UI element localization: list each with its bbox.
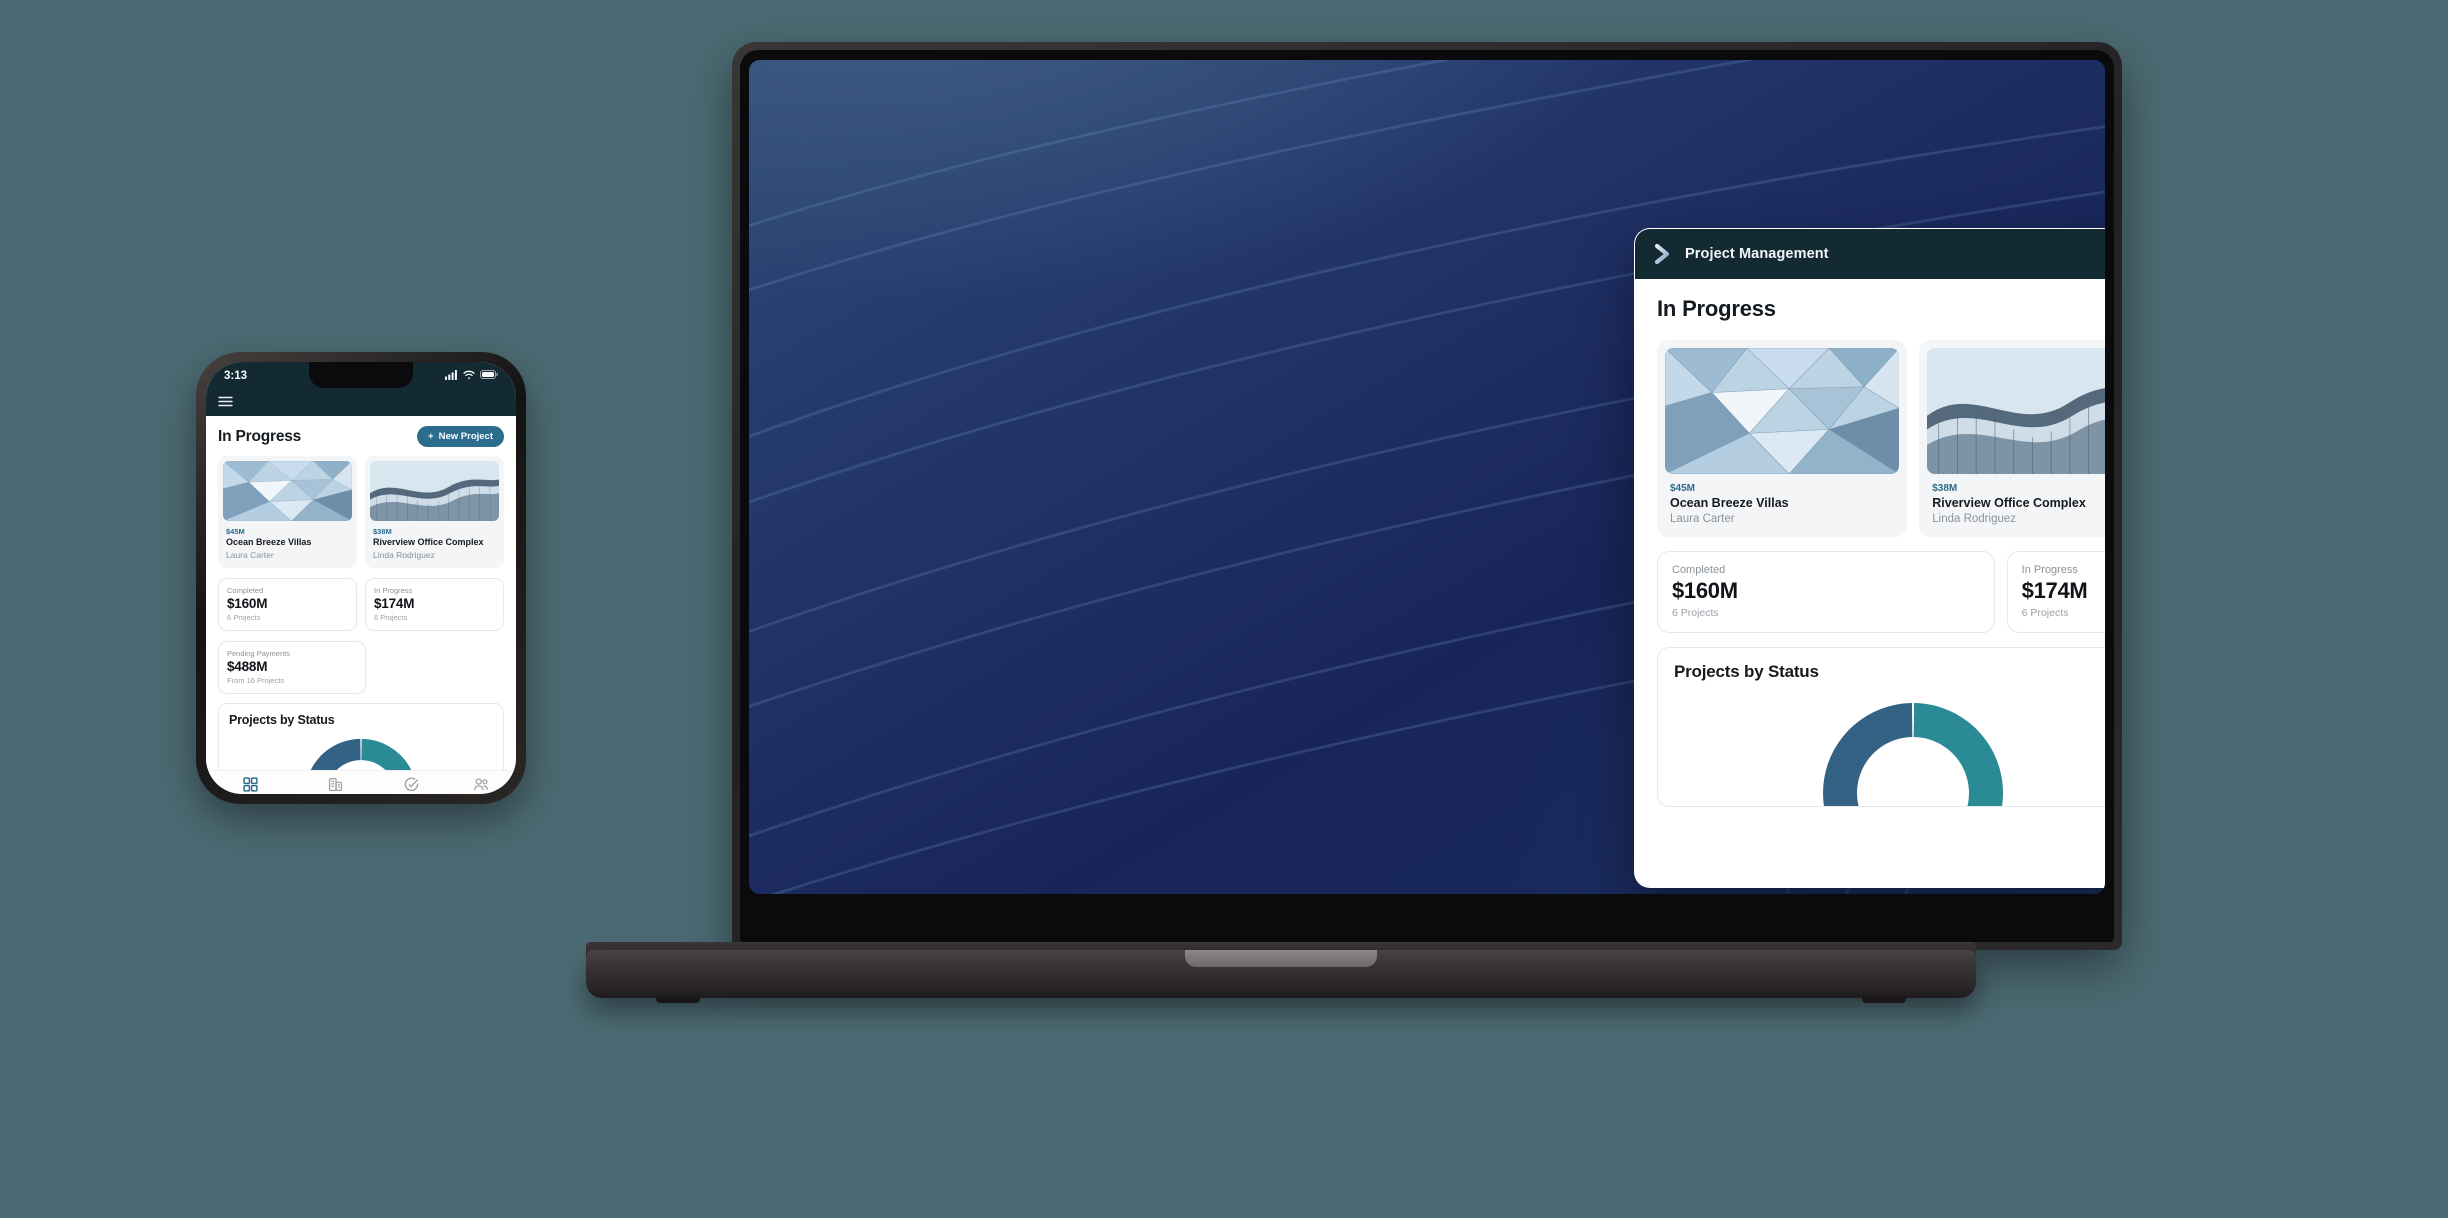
project-card-list: $45M Ocean Breeze Villas Laura Carter $3…	[1657, 340, 2105, 537]
stat-sub: From 16 Projects	[227, 675, 285, 685]
phone-donut-chart	[229, 737, 493, 770]
phone-project-price: $45M	[226, 527, 245, 536]
chevron-right-logo-icon	[1651, 241, 1673, 267]
stat-label: In Progress	[374, 585, 413, 595]
app-topbar: Project Management Dashboard	[1635, 229, 2105, 279]
app-content: In Progress + New Project	[1635, 279, 2105, 807]
stat-sub: 6 Projects	[374, 612, 408, 622]
status-time: 3:13	[224, 370, 248, 382]
stat-label: Completed	[1672, 564, 1726, 576]
laptop-base	[586, 950, 1976, 1003]
page-title: In Progress	[1657, 295, 1776, 321]
phone-chart-title: Projects by Status	[229, 712, 335, 727]
chart-row: Projects by Status Projects by Value Pro…	[1657, 647, 2105, 807]
laptop-lid: Project Management Dashboard	[732, 42, 2122, 950]
phone-project-name: Riverview Office Complex	[373, 537, 484, 547]
stat-card-list: Completed $160M 6 Projects In Progress $…	[1657, 551, 2105, 633]
battery-icon	[480, 370, 498, 382]
stat-sub: 6 Projects	[1672, 607, 1719, 619]
phone-project-owner: Laura Carter	[226, 549, 274, 560]
status-icons	[445, 369, 498, 383]
phone-stat-row: Pending Payments $488M From 16 Projects	[218, 640, 504, 694]
stat-label: In Progress	[2021, 564, 2078, 576]
laptop-foot	[656, 997, 700, 1003]
phone-section-header: In Progress + New Project	[218, 426, 504, 447]
stat-card-completed: Completed $160M 6 Projects	[1657, 551, 1995, 633]
project-name: Riverview Office Complex	[1932, 496, 2086, 510]
stat-label: Completed	[227, 585, 264, 595]
phone-project-card-list: $45M Ocean Breeze Villas Laura Carter $3…	[218, 456, 504, 568]
donut-chart	[1658, 700, 2105, 806]
stat-value: $174M	[374, 595, 415, 611]
stat-value: $160M	[227, 595, 268, 611]
phone-app-bar	[206, 390, 516, 416]
phone-new-project-label: New Project	[438, 431, 493, 442]
phone-tab-tasks[interactable]: Tasks	[401, 777, 422, 794]
faceted-blue-geometric-facade-image	[1665, 348, 1900, 474]
cellular-signal-icon	[445, 369, 458, 383]
phone-project-owner: Linda Rodriguez	[373, 549, 435, 560]
plus-icon: +	[428, 431, 434, 442]
stat-label: Pending Payments	[227, 648, 290, 658]
phone-tab-dashboard[interactable]: Dashboard	[231, 777, 270, 794]
phone-tab-team[interactable]: Team	[472, 777, 491, 794]
phone-new-project-button[interactable]: + New Project	[417, 426, 504, 447]
phone-mockup: 3:13 In Progress + New Project $45M Ocea…	[196, 352, 526, 804]
phone-tab-projects[interactable]: Projects	[321, 777, 351, 794]
laptop-chin	[749, 894, 2105, 942]
app-window: Project Management Dashboard	[1634, 228, 2105, 888]
phone-tab-bar: Dashboard Projects	[206, 770, 516, 794]
hamburger-menu-icon[interactable]	[218, 394, 233, 412]
project-card[interactable]: $38M Riverview Office Complex Linda Rodr…	[1919, 340, 2105, 537]
project-owner: Linda Rodriguez	[1932, 513, 2017, 525]
building-icon	[328, 777, 343, 794]
phone-content: In Progress + New Project $45M Ocean Bre…	[206, 416, 516, 770]
phone-notch	[309, 362, 413, 388]
project-card[interactable]: $45M Ocean Breeze Villas Laura Carter	[1657, 340, 1908, 537]
phone-frame: 3:13 In Progress + New Project $45M Ocea…	[196, 352, 526, 804]
phone-page-title: In Progress	[218, 427, 302, 445]
faceted-blue-geometric-facade-image	[223, 461, 352, 521]
project-price: $38M	[1932, 483, 1958, 494]
app-brand-title: Project Management	[1685, 246, 1829, 262]
check-circle-icon	[404, 777, 419, 794]
stat-value: $488M	[227, 658, 268, 674]
stat-sub: 6 Projects	[227, 612, 261, 622]
stat-card-in-progress: In Progress $174M 6 Projects	[2006, 551, 2105, 633]
laptop-mockup: Project Management Dashboard	[586, 42, 2122, 1003]
phone-project-card[interactable]: $45M Ocean Breeze Villas Laura Carter	[218, 456, 357, 568]
phone-status-bar: 3:13	[206, 362, 516, 390]
laptop-screen: Project Management Dashboard	[749, 60, 2105, 894]
section-header: In Progress + New Project	[1657, 293, 2105, 324]
phone-project-price: $38M	[373, 527, 392, 536]
project-price: $45M	[1670, 483, 1696, 494]
grid-icon	[243, 777, 258, 794]
projects-by-status-chart-card: Projects by Status	[1657, 647, 2105, 807]
phone-stat-card-in-progress: In Progress $174M 6 Projects	[365, 577, 504, 631]
phone-stat-row: Completed $160M 6 Projects In Progress $…	[218, 577, 504, 631]
phone-projects-by-status-chart-card: Projects by Status	[218, 702, 504, 770]
phone-stat-card-completed: Completed $160M 6 Projects	[218, 577, 357, 631]
people-icon	[473, 777, 489, 794]
laptop-bezel: Project Management Dashboard	[740, 50, 2114, 942]
laptop-foot	[1862, 997, 1906, 1003]
wifi-icon	[463, 370, 475, 383]
chart-title: Projects by Status	[1674, 662, 1819, 681]
curved-white-wave-building-image	[370, 461, 499, 521]
stat-value: $160M	[1672, 578, 1738, 603]
phone-screen: 3:13 In Progress + New Project $45M Ocea…	[206, 362, 516, 794]
stat-value: $174M	[2021, 578, 2088, 603]
phone-stat-spacer	[374, 641, 504, 694]
project-name: Ocean Breeze Villas	[1670, 496, 1789, 510]
curved-white-wave-building-image	[1927, 348, 2105, 474]
phone-stat-card-pending-payments: Pending Payments $488M From 16 Projects	[218, 640, 366, 694]
project-owner: Laura Carter	[1670, 513, 1735, 525]
stat-sub: 6 Projects	[2021, 607, 2069, 619]
phone-project-name: Ocean Breeze Villas	[226, 537, 312, 547]
phone-project-card[interactable]: $38M Riverview Office Complex Linda Rodr…	[365, 456, 504, 568]
